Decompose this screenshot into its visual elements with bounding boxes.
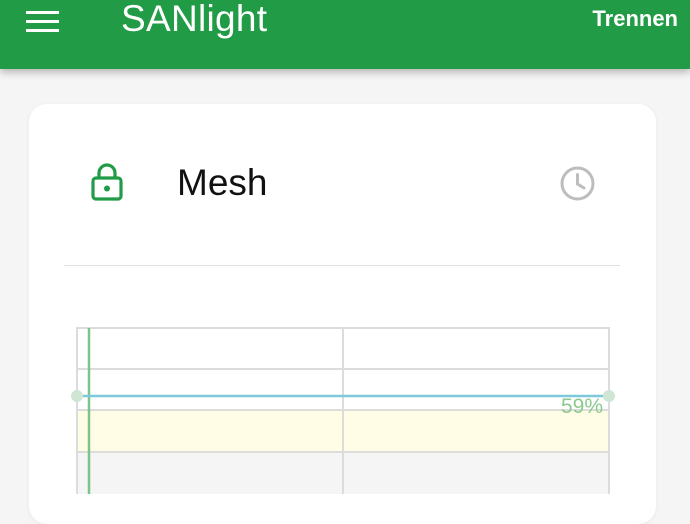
disconnect-button[interactable]: Trennen bbox=[592, 5, 678, 33]
level-label: 59% bbox=[560, 395, 603, 418]
light-level-chart[interactable]: 59% bbox=[70, 322, 616, 494]
level-handle-end[interactable] bbox=[603, 390, 615, 402]
level-handle-start[interactable] bbox=[71, 390, 83, 402]
app-bar: SANlight Trennen bbox=[0, 0, 690, 69]
card-divider bbox=[64, 265, 620, 266]
lock-icon[interactable] bbox=[91, 163, 123, 201]
app-title: SANlight bbox=[121, 0, 268, 39]
clock-icon[interactable] bbox=[559, 165, 596, 202]
group-name: Mesh bbox=[177, 162, 268, 203]
hamburger-menu-icon[interactable] bbox=[26, 9, 60, 33]
